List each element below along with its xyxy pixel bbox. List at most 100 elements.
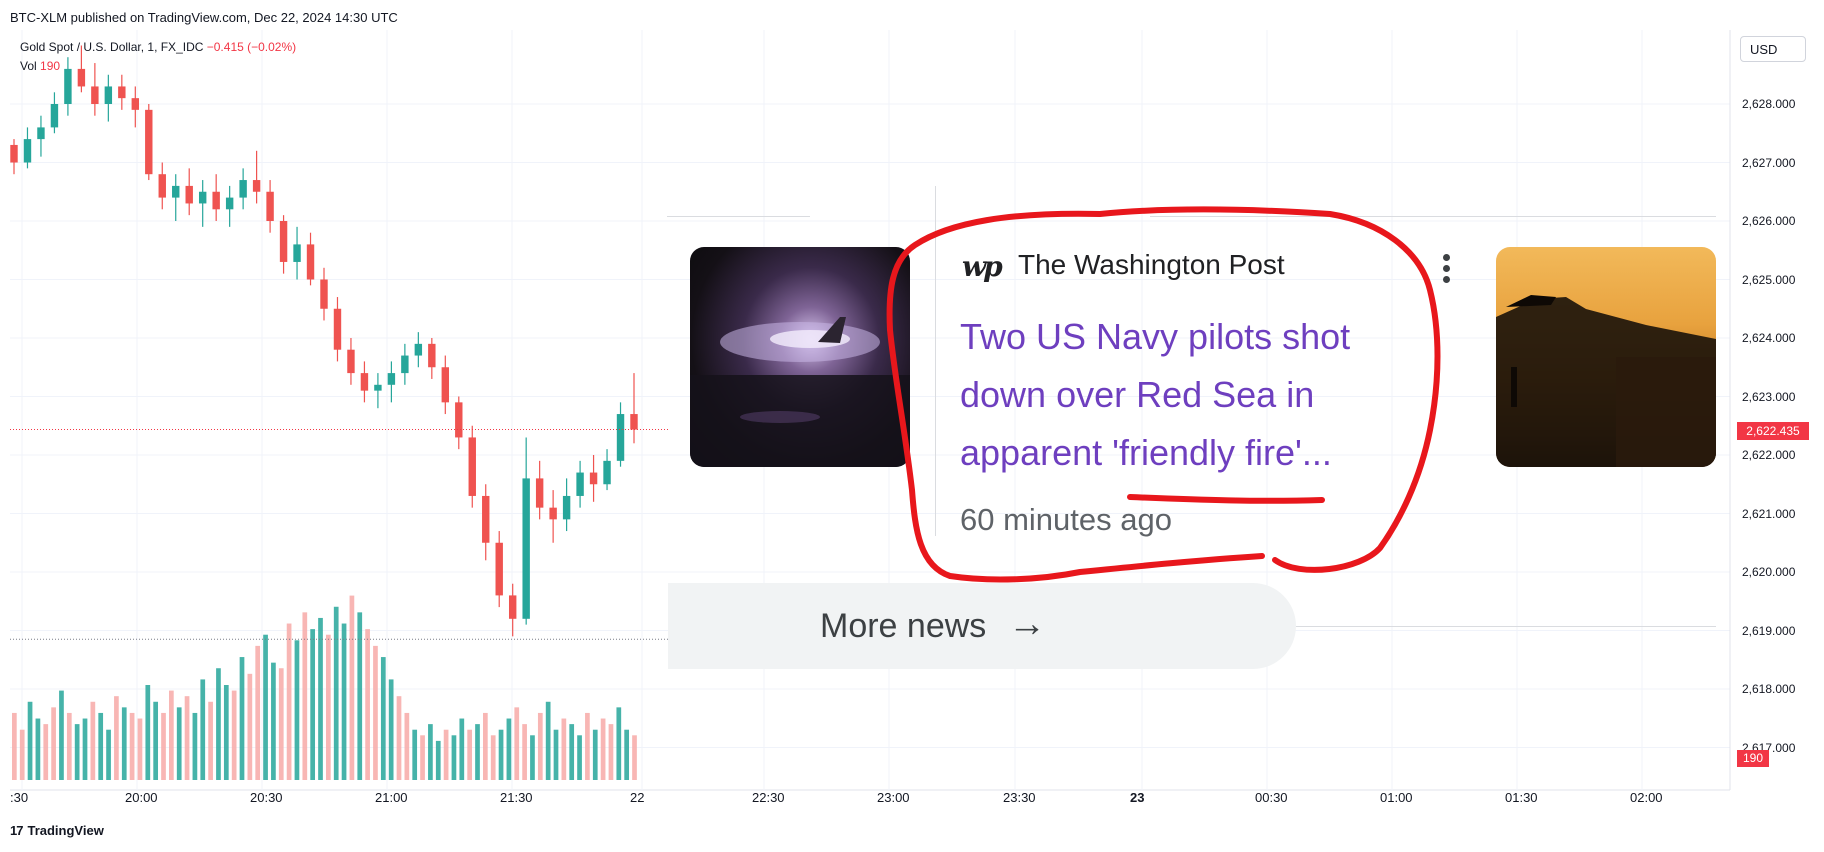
volume-bar — [428, 724, 433, 780]
volume-bar — [577, 735, 582, 780]
candle-body — [333, 308, 342, 350]
volume-bar — [373, 645, 378, 780]
time-tick: 22 — [630, 790, 645, 805]
time-tick: 20:00 — [125, 790, 158, 805]
divider — [1296, 626, 1716, 627]
candle-body — [562, 495, 571, 520]
candle-body — [535, 478, 544, 508]
divider — [1150, 216, 1716, 217]
time-tick: 22:30 — [752, 790, 785, 805]
price-tick: 2,623.000 — [1742, 389, 1796, 404]
price-tick: 2,621.000 — [1742, 506, 1796, 521]
volume-bar — [475, 724, 480, 780]
volume-bar — [412, 729, 418, 780]
time-tick: 23 — [1130, 790, 1145, 805]
more-news-button[interactable]: More news → — [668, 583, 1296, 669]
volume-bar — [184, 696, 190, 780]
candle-body — [252, 180, 261, 192]
volume-bar — [553, 729, 559, 780]
arrow-right-icon: → — [1008, 603, 1046, 645]
more-news-label: More news — [820, 607, 987, 645]
candle-body — [428, 343, 436, 368]
volume-bar — [483, 712, 488, 780]
volume-bar — [176, 707, 182, 780]
candle-body — [50, 104, 59, 128]
volume-bar — [624, 729, 630, 780]
candle-body — [172, 185, 180, 198]
volume-bars — [12, 595, 637, 780]
volume-bar — [404, 712, 410, 780]
volume-bar — [561, 718, 567, 780]
candle-body — [320, 279, 328, 309]
volume-bar — [121, 707, 127, 780]
volume-bar — [451, 735, 457, 780]
volume-bar — [600, 718, 606, 780]
time-tick: :30 — [10, 790, 29, 805]
candle-body — [468, 437, 476, 496]
volume-bar — [19, 729, 25, 780]
price-tick: 2,624.000 — [1742, 331, 1796, 345]
candle-body — [589, 472, 598, 485]
candle-body — [37, 127, 45, 140]
volume-bar — [498, 729, 504, 780]
more-options-icon[interactable] — [1442, 254, 1452, 288]
candle-body — [212, 191, 220, 210]
volume-legend[interactable]: Vol 190 — [20, 59, 60, 73]
volume-bar — [106, 729, 111, 780]
volume-bar — [420, 735, 425, 780]
price-tick: 2,626.000 — [1742, 214, 1796, 228]
volume-bar — [459, 718, 465, 780]
volume-bar — [616, 707, 622, 780]
time-tick: 00:30 — [1255, 790, 1288, 805]
time-tick: 23:30 — [1003, 790, 1036, 805]
volume-bar — [349, 595, 355, 780]
candlesticks — [10, 45, 638, 637]
candle-body — [131, 98, 140, 110]
tradingview-logo[interactable]: 17 TradingView — [10, 823, 104, 838]
news-thumbnail-right[interactable] — [1496, 247, 1716, 467]
volume-bar — [608, 724, 614, 780]
time-tick: 01:00 — [1380, 790, 1413, 805]
divider — [935, 186, 936, 536]
news-headline[interactable]: Two US Navy pilots shot down over Red Se… — [960, 308, 1420, 482]
candle-body — [185, 185, 193, 204]
volume-bar — [294, 640, 300, 780]
candle-body — [347, 349, 355, 374]
volume-bar — [514, 707, 520, 780]
candle-body — [630, 414, 638, 430]
volume-bar — [145, 685, 151, 780]
candle-body — [145, 109, 153, 175]
volume-bar — [239, 657, 245, 780]
price-tick: 2,618.000 — [1742, 682, 1796, 696]
volume-bar — [286, 623, 292, 780]
volume-bar — [333, 606, 339, 780]
currency-button[interactable]: USD — [1740, 36, 1806, 62]
volume-bar — [98, 712, 104, 780]
volume-bar — [318, 617, 323, 780]
volume-bar — [341, 623, 347, 780]
volume-bar — [51, 707, 56, 780]
price-tick: 2,628.000 — [1742, 97, 1796, 111]
volume-bar — [326, 634, 331, 780]
volume-bar — [129, 712, 135, 780]
volume-bar — [208, 701, 213, 780]
volume-bar — [310, 629, 316, 780]
volume-bar — [263, 634, 268, 780]
jet-silhouette-image — [1496, 295, 1716, 467]
volume-value: 190 — [40, 59, 61, 73]
volume-bar — [396, 696, 402, 780]
volume-bar — [12, 712, 17, 780]
symbol-legend[interactable]: Gold Spot / U.S. Dollar, 1, FX_IDC −0.41… — [20, 40, 296, 54]
candle-body — [118, 86, 126, 99]
candle-body — [360, 373, 369, 391]
volume-bar — [569, 724, 575, 780]
news-source[interactable]: The Washington Post — [1018, 249, 1285, 281]
news-thumbnail-left[interactable] — [690, 247, 910, 467]
volume-bar — [435, 740, 441, 780]
volume-bar — [192, 712, 198, 780]
volume-label: Vol — [20, 59, 37, 73]
candle-body — [91, 86, 99, 104]
volume-bar — [27, 701, 33, 780]
volume-bar — [380, 657, 386, 780]
price-tick: 2,625.000 — [1742, 272, 1796, 287]
